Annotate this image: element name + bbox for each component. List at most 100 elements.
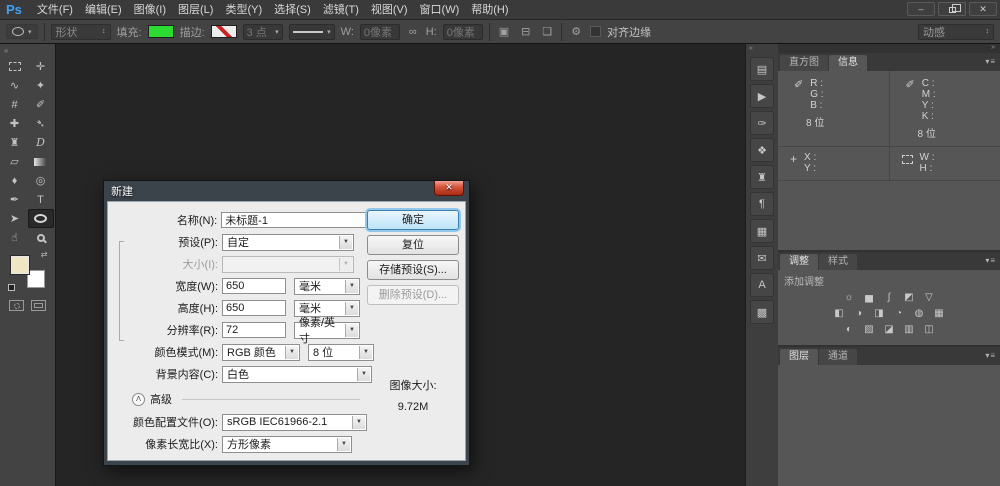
eraser-tool[interactable]: ▱ [2,152,28,171]
invert-icon[interactable]: ◐ [841,323,857,336]
type-tool[interactable]: T [28,190,54,209]
brightness-contrast-icon[interactable]: ☼ [841,291,857,304]
posterize-icon[interactable]: ▨ [861,323,877,336]
exposure-icon[interactable]: ◩ [901,291,917,304]
levels-icon[interactable]: ▅ [861,291,877,304]
actions-panel-icon[interactable]: ▶ [750,84,774,108]
stroke-width-field[interactable]: 3 点 ▾ [243,24,283,40]
foreground-color-swatch[interactable] [11,256,29,274]
path-arrangement-icon[interactable]: ❏ [539,25,555,38]
tool-presets-panel-icon[interactable]: ✑ [750,111,774,135]
close-window-button[interactable]: ✕ [969,2,997,16]
tab-info[interactable]: 信息 [829,55,867,71]
tool-preset-picker[interactable]: ▾ [6,24,38,39]
ellipse-tool[interactable] [28,209,54,228]
dock-collapse-icon[interactable]: « [746,44,778,54]
tab-adjustments[interactable]: 调整 [780,254,818,270]
brush-presets-panel-icon[interactable]: ❖ [750,138,774,162]
swap-colors-icon[interactable]: ⇄ [41,250,48,259]
advanced-collapse-icon[interactable]: ᐱ [132,393,145,406]
history-brush-tool[interactable]: D [28,133,54,152]
hue-saturation-icon[interactable]: ◧ [831,307,847,320]
background-color-swatch[interactable] [27,270,45,288]
tab-layers[interactable]: 图层 [780,349,818,365]
channel-mixer-icon[interactable]: ◍ [911,307,927,320]
color-balance-icon[interactable]: ◑ [851,307,867,320]
shape-height-field[interactable]: 0像素 [443,24,483,40]
minimize-button[interactable]: – [907,2,935,16]
menu-select[interactable]: 选择(S) [268,0,317,20]
fill-color-swatch[interactable] [148,25,174,38]
menu-image[interactable]: 图像(I) [128,0,172,20]
workspace-switcher[interactable]: 动感 ↕ [918,24,994,40]
move-tool[interactable]: ✛ [28,57,54,76]
layer-comps-panel-icon[interactable]: ▦ [750,219,774,243]
bit-depth-select[interactable]: 8 位▼ [308,344,374,361]
menu-help[interactable]: 帮助(H) [465,0,514,20]
resolution-unit-select[interactable]: 像素/英寸▼ [294,322,360,339]
black-white-icon[interactable]: ◨ [871,307,887,320]
pixel-aspect-ratio-select[interactable]: 方形像素▼ [222,436,352,453]
background-contents-select[interactable]: 白色▼ [222,366,372,383]
pen-tool[interactable]: ✒ [2,190,28,209]
dialog-titlebar[interactable]: 新建 ✕ [107,181,466,201]
swatches-panel-icon[interactable]: ▩ [750,300,774,324]
menu-view[interactable]: 视图(V) [365,0,414,20]
menu-type[interactable]: 类型(Y) [219,0,268,20]
path-alignment-icon[interactable]: ⊟ [518,25,533,38]
clone-source-panel-icon[interactable]: ♜ [750,165,774,189]
save-preset-button[interactable]: 存储预设(S)... [367,260,459,280]
zoom-tool[interactable] [28,228,54,247]
curves-icon[interactable]: ∫ [881,291,897,304]
selective-color-icon[interactable]: ◫ [921,323,937,336]
tool-mode-select[interactable]: 形状 ↕ [51,24,111,40]
shape-width-field[interactable]: 0像素 [360,24,400,40]
link-dimensions-icon[interactable]: ∞ [406,26,420,38]
magic-wand-tool[interactable]: ✦ [28,76,54,95]
restore-button[interactable] [938,2,966,16]
path-operations-icon[interactable]: ▣ [496,25,512,38]
eyedropper-tool[interactable]: ✐ [28,95,54,114]
color-lookup-icon[interactable]: ▦ [931,307,947,320]
tab-histogram[interactable]: 直方图 [780,55,828,71]
color-mode-select[interactable]: RGB 颜色▼ [222,344,300,361]
menu-window[interactable]: 窗口(W) [414,0,466,20]
blur-tool[interactable]: ♦ [2,171,28,190]
stroke-color-swatch[interactable] [211,25,237,38]
height-input[interactable] [222,300,286,316]
menu-filter[interactable]: 滤镜(T) [317,0,365,20]
character-panel-icon[interactable]: A [750,273,774,297]
hand-tool[interactable]: ☝ [2,228,28,247]
stroke-style-select[interactable]: ▾ [289,24,335,40]
dialog-close-button[interactable]: ✕ [434,181,464,196]
vibrance-icon[interactable]: ▽ [921,291,937,304]
path-selection-tool[interactable]: ➤ [2,209,28,228]
dodge-tool[interactable]: ◎ [28,171,54,190]
tab-channels[interactable]: 通道 [819,349,857,365]
width-unit-select[interactable]: 毫米▼ [294,278,360,295]
gradient-map-icon[interactable]: ▥ [901,323,917,336]
photo-filter-icon[interactable]: ◔ [891,307,907,320]
expand-panels-icon[interactable]: » [991,44,995,51]
gear-icon[interactable]: ⚙ [568,25,584,38]
gradient-tool[interactable] [28,152,54,171]
brush-tool[interactable]: ➴ [28,114,54,133]
healing-brush-tool[interactable]: ✚ [2,114,28,133]
rectangular-marquee-tool[interactable] [2,57,28,76]
panel-menu-icon[interactable]: ▾≡ [985,57,996,66]
quick-mask-button[interactable] [9,300,24,311]
clone-stamp-tool[interactable]: ♜ [2,133,28,152]
panel-menu-icon[interactable]: ▾≡ [985,256,996,265]
crop-tool[interactable]: # [2,95,28,114]
notes-panel-icon[interactable]: ✉ [750,246,774,270]
color-profile-select[interactable]: sRGB IEC61966-2.1▼ [222,414,367,431]
align-edges-checkbox[interactable] [590,26,601,37]
default-colors-icon[interactable] [8,284,15,291]
paragraph-panel-icon[interactable]: ¶ [750,192,774,216]
menu-layer[interactable]: 图层(L) [172,0,219,20]
preset-select[interactable]: 自定▼ [222,234,354,251]
screen-mode-button[interactable] [31,300,46,311]
menu-edit[interactable]: 编辑(E) [79,0,128,20]
menu-file[interactable]: 文件(F) [31,0,79,20]
lasso-tool[interactable]: ∿ [2,76,28,95]
